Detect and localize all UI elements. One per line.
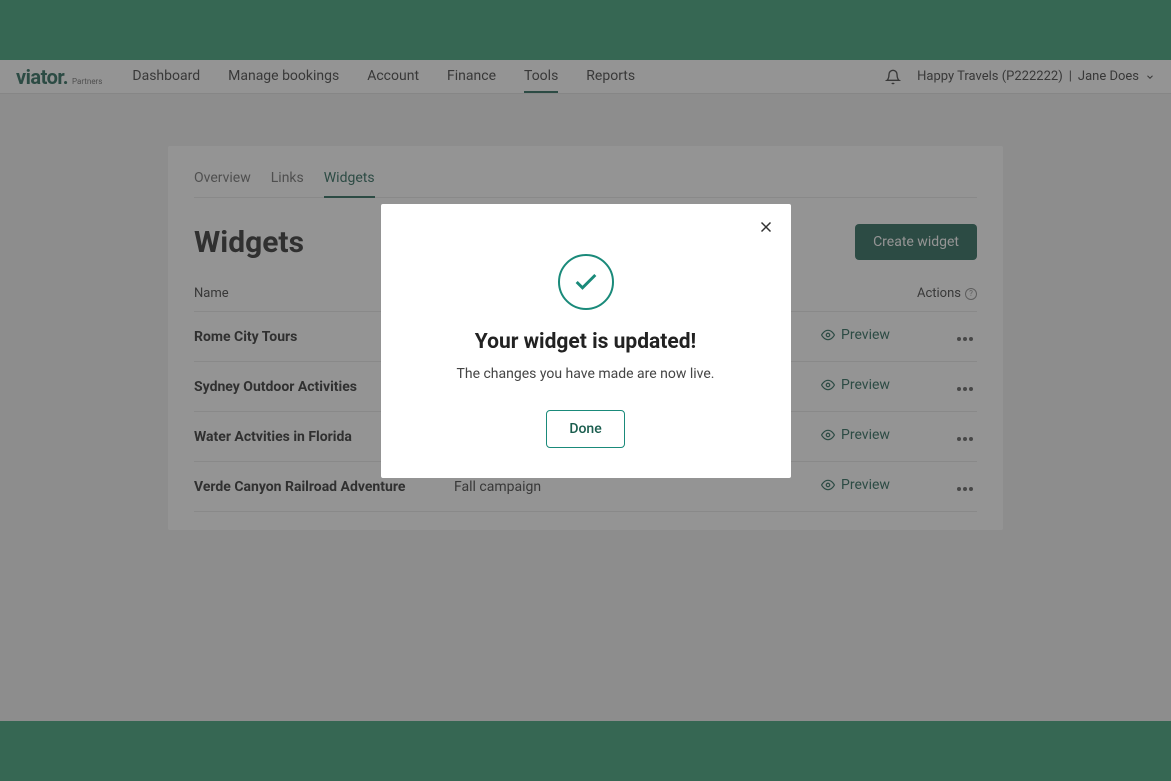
close-icon[interactable] <box>757 218 775 236</box>
modal-title: Your widget is updated! <box>405 330 767 354</box>
done-button[interactable]: Done <box>546 410 624 448</box>
modal: Your widget is updated! The changes you … <box>381 204 791 478</box>
app-shell: viator. Partners Dashboard Manage bookin… <box>0 60 1171 721</box>
modal-subtitle: The changes you have made are now live. <box>405 366 767 382</box>
check-circle-icon <box>558 254 614 310</box>
